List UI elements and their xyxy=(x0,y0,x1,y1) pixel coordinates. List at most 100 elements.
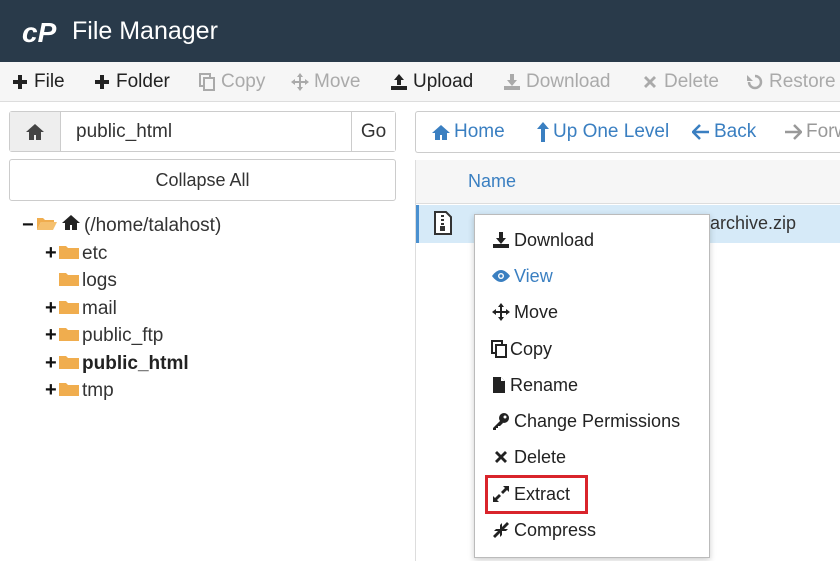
tree-item-logs[interactable]: logs xyxy=(59,267,117,294)
restore-label: Restore xyxy=(769,71,836,92)
copy-icon xyxy=(197,72,217,92)
upload-label: Upload xyxy=(413,71,474,92)
expand-icon[interactable]: + xyxy=(45,379,59,402)
menu-move-label: Move xyxy=(514,301,559,322)
move-button[interactable]: Move xyxy=(290,62,360,102)
file-name: archive.zip xyxy=(710,213,797,233)
tree-item-public-html[interactable]: + public_html xyxy=(45,350,189,377)
download-icon xyxy=(502,72,522,92)
home-icon xyxy=(26,123,44,140)
menu-move[interactable]: Move xyxy=(491,298,558,326)
name-column-header[interactable]: Name xyxy=(468,171,516,192)
plus-icon xyxy=(92,72,112,92)
menu-change-permissions-label: Change Permissions xyxy=(514,410,681,431)
extract-highlight-box xyxy=(485,475,588,514)
tree-item-label: etc xyxy=(82,242,108,264)
new-folder-label: Folder xyxy=(116,71,170,92)
menu-change-permissions[interactable]: Change Permissions xyxy=(491,407,680,435)
new-file-label: File xyxy=(34,71,65,92)
tree-root[interactable]: − (/home/talahost) xyxy=(22,212,221,239)
go-button[interactable]: Go xyxy=(351,112,395,151)
expand-icon[interactable]: + xyxy=(45,242,59,265)
plus-icon xyxy=(10,72,30,92)
tree-item-public-ftp[interactable]: + public_ftp xyxy=(45,322,163,349)
close-icon xyxy=(491,447,511,467)
move-icon xyxy=(290,72,310,92)
toolbar: File Folder Copy Move Upload Download De… xyxy=(0,62,840,102)
tree-item-label: public_ftp xyxy=(82,324,164,346)
top-bar: cP File Manager xyxy=(0,0,840,62)
forward-button[interactable]: Forw xyxy=(783,112,840,152)
path-input[interactable] xyxy=(62,112,351,151)
navigation-bar: Home Up One Level Back Forw xyxy=(415,111,840,153)
menu-view-label: View xyxy=(514,265,553,286)
folder-icon xyxy=(59,380,79,402)
compress-icon xyxy=(491,520,511,540)
menu-rename[interactable]: Rename xyxy=(491,371,578,399)
tree-root-label: (/home/talahost) xyxy=(84,214,222,236)
expand-icon[interactable]: + xyxy=(45,297,59,320)
tree-item-label: tmp xyxy=(82,379,114,401)
folder-icon xyxy=(59,298,79,320)
menu-copy[interactable]: Copy xyxy=(491,335,552,363)
up-arrow-icon xyxy=(536,122,550,142)
menu-download-label: Download xyxy=(514,229,595,250)
restore-icon xyxy=(745,72,765,92)
home-nav-label: Home xyxy=(454,121,505,142)
new-file-button[interactable]: File xyxy=(10,62,65,102)
move-label: Move xyxy=(314,71,361,92)
zip-file-icon xyxy=(433,211,453,241)
cpanel-logo: cP xyxy=(22,17,57,47)
folder-open-icon xyxy=(36,215,58,237)
eye-icon xyxy=(491,266,511,286)
menu-view[interactable]: View xyxy=(491,262,553,290)
file-icon xyxy=(491,375,507,395)
back-button[interactable]: Back xyxy=(691,112,756,152)
download-label: Download xyxy=(526,71,611,92)
column-header: Name xyxy=(416,160,840,204)
copy-button[interactable]: Copy xyxy=(197,62,265,102)
expand-icon[interactable]: + xyxy=(45,324,59,347)
collapse-icon[interactable]: − xyxy=(22,214,36,237)
tree-item-etc[interactable]: + etc xyxy=(45,240,107,267)
delete-button[interactable]: Delete xyxy=(640,62,719,102)
restore-button[interactable]: Restore xyxy=(745,62,836,102)
tree-item-tmp[interactable]: + tmp xyxy=(45,377,114,404)
back-arrow-icon xyxy=(691,122,711,142)
menu-rename-label: Rename xyxy=(510,374,579,395)
path-bar: Go xyxy=(9,111,396,152)
back-label: Back xyxy=(714,121,757,142)
svg-text:cP: cP xyxy=(22,17,57,47)
forward-label: Forw xyxy=(806,121,840,142)
up-one-level-button[interactable]: Up One Level xyxy=(536,112,669,152)
home-path-button[interactable] xyxy=(10,112,61,151)
home-nav-button[interactable]: Home xyxy=(431,112,505,152)
menu-compress-label: Compress xyxy=(514,519,597,540)
home-icon xyxy=(431,122,451,142)
tree-item-mail[interactable]: + mail xyxy=(45,295,117,322)
tree-item-label: public_html xyxy=(82,352,189,374)
collapse-all-button[interactable]: Collapse All xyxy=(9,159,396,201)
delete-label: Delete xyxy=(664,71,719,92)
download-icon xyxy=(491,230,511,250)
download-button[interactable]: Download xyxy=(502,62,611,102)
tree-item-label: logs xyxy=(82,269,117,291)
copy-icon xyxy=(491,339,507,359)
menu-compress[interactable]: Compress xyxy=(491,516,596,544)
menu-copy-label: Copy xyxy=(510,338,553,359)
tree-item-label: mail xyxy=(82,297,117,319)
move-icon xyxy=(491,302,511,322)
folder-icon xyxy=(59,243,79,265)
folder-icon xyxy=(59,270,79,292)
upload-button[interactable]: Upload xyxy=(389,62,473,102)
home-icon xyxy=(61,214,81,237)
new-folder-button[interactable]: Folder xyxy=(92,62,170,102)
expand-icon[interactable]: + xyxy=(45,352,59,375)
menu-download[interactable]: Download xyxy=(491,226,594,254)
folder-icon xyxy=(59,353,79,375)
menu-delete[interactable]: Delete xyxy=(491,443,566,471)
copy-label: Copy xyxy=(221,71,266,92)
folder-icon xyxy=(59,325,79,347)
menu-delete-label: Delete xyxy=(514,446,567,467)
forward-arrow-icon xyxy=(783,122,803,142)
